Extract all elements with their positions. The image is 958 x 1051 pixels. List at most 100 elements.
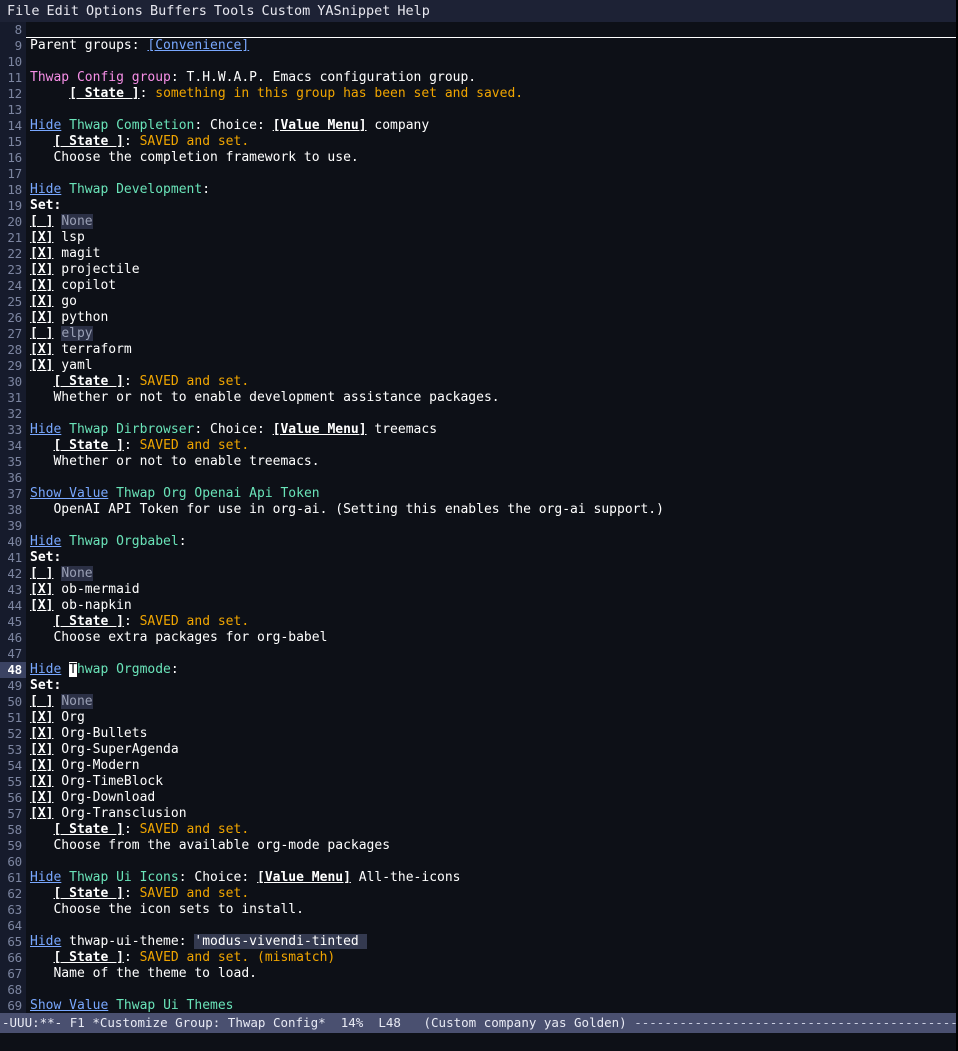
line-text[interactable]: [X] Org-TimeBlock: [26, 774, 956, 790]
line-text[interactable]: Choose the completion framework to use.: [26, 150, 956, 166]
checkbox[interactable]: [X]: [30, 710, 53, 725]
action-link[interactable]: Hide: [30, 870, 61, 885]
buffer-line[interactable]: 34 [ State ]: SAVED and set.: [0, 438, 956, 454]
buffer-line[interactable]: 55 [X] Org-TimeBlock: [0, 774, 956, 790]
line-text[interactable]: Parent groups: [Convenience]: [26, 38, 956, 54]
line-text[interactable]: [X] Org-SuperAgenda: [26, 742, 956, 758]
state-button[interactable]: [ State ]: [53, 438, 123, 453]
buffer-line[interactable]: 18 Hide Thwap Development:: [0, 182, 956, 198]
buffer-line[interactable]: 50[ ] None: [0, 694, 956, 710]
checkbox[interactable]: [ ]: [30, 566, 53, 581]
line-text[interactable]: [ ] None: [26, 214, 956, 230]
state-button[interactable]: something in this group has been set and…: [155, 86, 523, 101]
checkbox[interactable]: [X]: [30, 742, 53, 757]
customize-buffer[interactable]: 8 9 Parent groups: [Convenience] 10 11 Thwap …: [0, 22, 956, 1013]
checkbox[interactable]: [ ]: [30, 326, 53, 341]
checkbox[interactable]: [X]: [30, 582, 53, 597]
line-text[interactable]: Thwap Config group: T.H.W.A.P. Emacs con…: [26, 70, 956, 86]
buffer-line[interactable]: 12 [ State ]: something in this group ha…: [0, 86, 956, 102]
line-text[interactable]: [ State ]: SAVED and set. (mismatch): [26, 950, 956, 966]
menu-item-help[interactable]: Help: [394, 0, 434, 22]
checkbox[interactable]: [X]: [30, 790, 53, 805]
line-text[interactable]: Choose extra packages for org-babel: [26, 630, 956, 646]
line-text[interactable]: [26, 102, 956, 118]
buffer-line[interactable]: 52 [X] Org-Bullets: [0, 726, 956, 742]
buffer-line[interactable]: 49 Set:: [0, 678, 956, 694]
buffer-line[interactable]: 32: [0, 406, 956, 422]
buffer-line[interactable]: 25 [X] go: [0, 294, 956, 310]
menu-item-buffers[interactable]: Buffers: [147, 0, 211, 22]
buffer-line[interactable]: 45 [ State ]: SAVED and set.: [0, 614, 956, 630]
line-text[interactable]: [X] ob-napkin: [26, 598, 956, 614]
buffer-line[interactable]: 69 Show Value Thwap Ui Themes: [0, 998, 956, 1013]
action-link[interactable]: Hide: [30, 182, 61, 197]
buffer-line[interactable]: 68: [0, 982, 956, 998]
value-menu-button[interactable]: [Value Menu]: [257, 870, 351, 885]
checkbox[interactable]: [X]: [30, 598, 53, 613]
state-button[interactable]: SAVED and set.: [140, 886, 250, 901]
line-text[interactable]: [X] lsp: [26, 230, 956, 246]
line-text[interactable]: [X] Org: [26, 710, 956, 726]
action-link[interactable]: Hide: [30, 422, 61, 437]
buffer-line[interactable]: 40 Hide Thwap Orgbabel:: [0, 534, 956, 550]
state-button[interactable]: SAVED and set.: [140, 374, 250, 389]
line-text[interactable]: [ ] elpy: [26, 326, 956, 342]
buffer-line[interactable]: 60: [0, 854, 956, 870]
buffer-line[interactable]: 44 [X] ob-napkin: [0, 598, 956, 614]
line-text[interactable]: OpenAI API Token for use in org-ai. (Set…: [26, 502, 956, 518]
line-text[interactable]: [26, 854, 956, 870]
state-button[interactable]: [ State ]: [53, 374, 123, 389]
buffer-line[interactable]: 33 Hide Thwap Dirbrowser: Choice: [Value …: [0, 422, 956, 438]
buffer-line[interactable]: 11 Thwap Config group: T.H.W.A.P. Emacs c…: [0, 70, 956, 86]
buffer-line[interactable]: 62 [ State ]: SAVED and set.: [0, 886, 956, 902]
line-text[interactable]: [ ] None: [26, 566, 956, 582]
buffer-line[interactable]: 47: [0, 646, 956, 662]
line-text[interactable]: [X] Org-Transclusion: [26, 806, 956, 822]
state-button[interactable]: [ State ]: [69, 86, 139, 101]
buffer-line[interactable]: 57 [X] Org-Transclusion: [0, 806, 956, 822]
buffer-line[interactable]: 39: [0, 518, 956, 534]
menu-item-custom[interactable]: Custom: [258, 0, 314, 22]
buffer-line[interactable]: 26 [X] python: [0, 310, 956, 326]
line-text[interactable]: [X] yaml: [26, 358, 956, 374]
checkbox[interactable]: [ ]: [30, 694, 53, 709]
state-button[interactable]: [ State ]: [53, 886, 123, 901]
buffer-line[interactable]: 58 [ State ]: SAVED and set.: [0, 822, 956, 838]
line-text[interactable]: [X] Org-Bullets: [26, 726, 956, 742]
line-text[interactable]: [26, 406, 956, 422]
buffer-line[interactable]: 29 [X] yaml: [0, 358, 956, 374]
line-text[interactable]: [ State ]: something in this group has b…: [26, 86, 956, 102]
line-text[interactable]: [X] projectile: [26, 262, 956, 278]
buffer-line[interactable]: 16 Choose the completion framework to us…: [0, 150, 956, 166]
action-link[interactable]: Hide: [30, 934, 61, 949]
buffer-line[interactable]: 35 Whether or not to enable treemacs.: [0, 454, 956, 470]
line-text[interactable]: [ State ]: SAVED and set.: [26, 438, 956, 454]
line-text[interactable]: [ State ]: SAVED and set.: [26, 374, 956, 390]
buffer-line[interactable]: 46 Choose extra packages for org-babel: [0, 630, 956, 646]
buffer-line[interactable]: 14 Hide Thwap Completion: Choice: [Value …: [0, 118, 956, 134]
value-menu-button[interactable]: [Value Menu]: [273, 118, 367, 133]
checkbox[interactable]: [X]: [30, 806, 53, 821]
checkbox[interactable]: [X]: [30, 342, 53, 357]
buffer-line[interactable]: 59 Choose from the available org-mode pa…: [0, 838, 956, 854]
state-button[interactable]: [ State ]: [53, 950, 123, 965]
buffer-line[interactable]: 36: [0, 470, 956, 486]
checkbox[interactable]: [X]: [30, 758, 53, 773]
buffer-line[interactable]: 38 OpenAI API Token for use in org-ai. (…: [0, 502, 956, 518]
checkbox[interactable]: [X]: [30, 774, 53, 789]
buffer-line[interactable]: 65 Hide thwap-ui-theme: 'modus-vivendi-ti…: [0, 934, 956, 950]
buffer-line[interactable]: 30 [ State ]: SAVED and set.: [0, 374, 956, 390]
line-text[interactable]: [26, 470, 956, 486]
buffer-line[interactable]: 8: [0, 22, 956, 38]
buffer-line[interactable]: 24 [X] copilot: [0, 278, 956, 294]
checkbox[interactable]: [X]: [30, 310, 53, 325]
state-button[interactable]: SAVED and set.: [140, 134, 250, 149]
checkbox[interactable]: [X]: [30, 278, 53, 293]
action-link[interactable]: Hide: [30, 534, 61, 549]
line-text[interactable]: Whether or not to enable development ass…: [26, 390, 956, 406]
action-link[interactable]: Hide: [30, 118, 61, 133]
buffer-line[interactable]: 48 Hide Thwap Orgmode:: [0, 662, 956, 678]
buffer-line[interactable]: 21 [X] lsp: [0, 230, 956, 246]
buffer-line[interactable]: 66 [ State ]: SAVED and set. (mismatch): [0, 950, 956, 966]
line-text[interactable]: [X] ob-mermaid: [26, 582, 956, 598]
